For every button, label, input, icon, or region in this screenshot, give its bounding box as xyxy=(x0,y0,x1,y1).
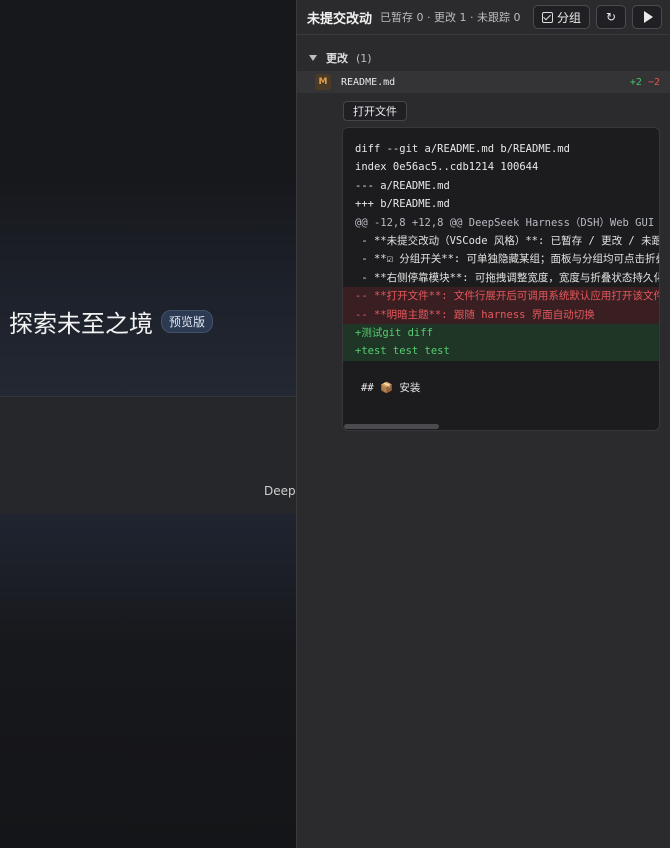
horizontal-scrollbar[interactable] xyxy=(344,424,439,429)
diff-line-last: ## 📦 安装 xyxy=(361,381,421,394)
panel-header: 未提交改动 已暂存 0 · 更改 1 · 未跟踪 0 分组 ↻ xyxy=(297,0,670,35)
changed-file-row[interactable]: M README.md +2 −2 xyxy=(297,71,670,93)
diff-lines: diff --git a/README.md b/README.md index … xyxy=(343,128,659,397)
hero-title-text: 探索未至之境 xyxy=(9,310,153,338)
refresh-button[interactable]: ↻ xyxy=(596,5,626,29)
content-band xyxy=(0,396,296,515)
modified-status-badge: M xyxy=(315,74,331,90)
changes-section-header[interactable]: 更改 (1) xyxy=(297,49,670,67)
change-summary: 已暂存 0 · 更改 1 · 未跟踪 0 xyxy=(380,11,521,24)
refresh-icon: ↻ xyxy=(605,10,617,24)
background-app-pane: 探索未至之境 预览版 DeepS xyxy=(0,0,296,848)
diff-line-add: +test test test xyxy=(343,342,659,361)
diff-line-del: -- **明暗主题**: 跟随 harness 界面自动切换 xyxy=(343,305,659,324)
section-count: (1) xyxy=(356,51,372,65)
collapse-caret-icon xyxy=(309,55,317,61)
diff-line-ctx: - **右侧停靠模块**: 可拖拽调整宽度，宽度与折叠状态持久化 xyxy=(355,271,659,284)
diff-line-blank xyxy=(343,361,659,379)
preview-badge: 预览版 xyxy=(161,310,214,333)
play-icon xyxy=(643,11,653,23)
panel-title: 未提交改动 xyxy=(307,11,373,27)
diff-line-meta: --- a/README.md xyxy=(355,179,450,192)
diff-line-del: -- **打开文件**: 文件行展开后可调用系统默认应用打开该文件 xyxy=(343,287,659,306)
diff-line-ctx: - **☑ 分组开关**: 可单独隐藏某组；面板与分组均可点击折叠 xyxy=(355,253,659,266)
run-button[interactable] xyxy=(632,5,662,29)
diff-line-add: +测试git diff xyxy=(343,323,659,343)
file-name: README.md xyxy=(341,76,396,88)
group-toggle-button[interactable]: 分组 xyxy=(532,5,590,29)
truncated-text: DeepS xyxy=(264,484,296,498)
additions-count: +2 xyxy=(629,76,642,88)
diff-line-meta: index 0e56ac5..cdb1214 100644 xyxy=(355,161,539,174)
diff-line-meta: +++ b/README.md xyxy=(355,198,450,211)
diff-line-hunk: @@ -12,8 +12,8 @@ DeepSeek Harness（DSH）W… xyxy=(355,216,655,229)
hero-title: 探索未至之境 预览版 xyxy=(9,304,214,339)
group-toggle-label: 分组 xyxy=(556,10,581,25)
diff-line-meta: diff --git a/README.md b/README.md xyxy=(355,143,570,155)
uncommitted-changes-panel: 未提交改动 已暂存 0 · 更改 1 · 未跟踪 0 分组 ↻ 更改 (1) M… xyxy=(296,0,670,848)
deletions-count: −2 xyxy=(647,76,660,88)
diff-line-ctx: - **未提交改动（VSCode 风格）**: 已暂存 / 更改 / 未跟踪 xyxy=(355,234,659,247)
section-title: 更改 xyxy=(326,52,348,65)
lower-background xyxy=(0,514,296,848)
checkbox-icon xyxy=(541,11,553,23)
diff-viewer[interactable]: diff --git a/README.md b/README.md index … xyxy=(342,127,660,431)
open-file-button[interactable]: 打开文件 xyxy=(343,101,407,121)
